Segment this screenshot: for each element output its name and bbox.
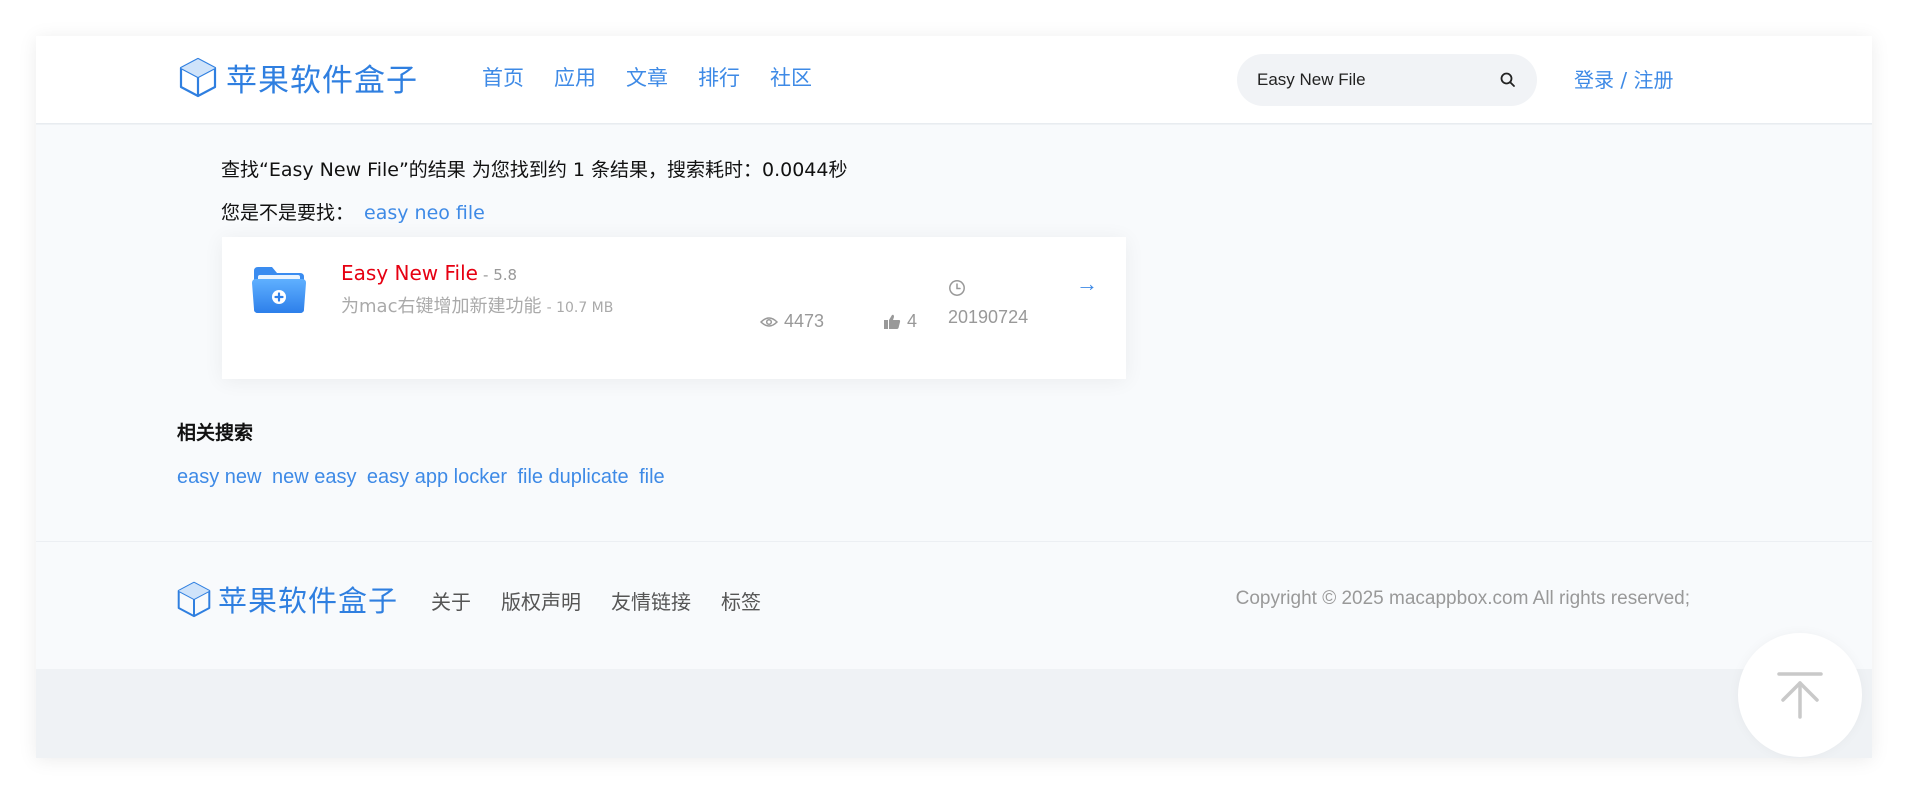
nav-item-ranking[interactable]: 排行 bbox=[698, 62, 740, 92]
release-date: 20190724 bbox=[948, 307, 1029, 327]
related-link[interactable]: easy app locker bbox=[367, 466, 507, 488]
footer-brand-name: 苹果软件盒子 bbox=[218, 584, 399, 618]
search-results: 查找“Easy New File”的结果 为您找到约 1 条结果，搜索耗时：0.… bbox=[36, 125, 1872, 577]
footer-link-tags[interactable]: 标签 bbox=[721, 586, 761, 615]
footer-links: 关于 版权声明 友情链接 标签 bbox=[431, 586, 791, 615]
footer-link-friends[interactable]: 友情链接 bbox=[611, 586, 691, 615]
nav-item-apps[interactable]: 应用 bbox=[554, 62, 596, 92]
folder-plus-icon bbox=[252, 267, 306, 313]
copyright-text: Copyright © 2025 macappbox.com All right… bbox=[1235, 588, 1690, 609]
search-input[interactable] bbox=[1257, 54, 1487, 106]
related-link[interactable]: easy new bbox=[177, 466, 262, 488]
footer: 苹果软件盒子 关于 版权声明 友情链接 标签 Copyright © 2025 … bbox=[36, 541, 1872, 669]
related-link[interactable]: new easy bbox=[272, 466, 357, 488]
app-size: - 10.7 MB bbox=[546, 300, 614, 316]
app-name[interactable]: Easy New File bbox=[341, 261, 478, 285]
result-card[interactable]: Easy New File - 5.8 为mac右键增加新建功能 - 10.7 … bbox=[222, 237, 1126, 379]
result-summary: 查找“Easy New File”的结果 为您找到约 1 条结果，搜索耗时：0.… bbox=[221, 159, 848, 181]
footer-logo[interactable]: 苹果软件盒子 bbox=[176, 578, 398, 620]
back-to-top-button[interactable] bbox=[1738, 633, 1862, 757]
cube-icon bbox=[179, 57, 217, 98]
related-search-title: 相关搜索 bbox=[177, 422, 254, 444]
likes-stat: 4 bbox=[883, 311, 917, 332]
likes-count: 4 bbox=[907, 311, 918, 331]
date-stat: 20190724 bbox=[948, 279, 1028, 328]
related-link[interactable]: file bbox=[639, 466, 665, 488]
did-you-mean: 您是不是要找： easy neo file bbox=[221, 198, 485, 225]
cube-icon bbox=[177, 581, 211, 618]
app-version: - 5.8 bbox=[483, 266, 518, 284]
related-link[interactable]: file duplicate bbox=[517, 466, 628, 488]
suggest-link[interactable]: easy neo file bbox=[364, 202, 485, 224]
thumbs-up-icon bbox=[884, 314, 901, 329]
search-icon[interactable] bbox=[1499, 71, 1517, 89]
brand-name: 苹果软件盒子 bbox=[226, 62, 418, 99]
login-register-link[interactable]: 登录 / 注册 bbox=[1574, 64, 1673, 93]
views-stat: 4473 bbox=[760, 311, 824, 332]
nav-item-community[interactable]: 社区 bbox=[770, 62, 812, 92]
app-title: Easy New File - 5.8 bbox=[341, 261, 517, 285]
footer-link-copyright[interactable]: 版权声明 bbox=[501, 586, 581, 615]
header: 苹果软件盒子 首页 应用 文章 排行 社区 登录 / 注册 bbox=[36, 36, 1872, 124]
suggest-prefix: 您是不是要找： bbox=[221, 202, 355, 224]
footer-link-about[interactable]: 关于 bbox=[431, 586, 471, 615]
search-box bbox=[1237, 54, 1537, 106]
nav-item-home[interactable]: 首页 bbox=[482, 62, 524, 92]
views-count: 4473 bbox=[784, 311, 825, 331]
main-nav: 首页 应用 文章 排行 社区 bbox=[482, 62, 842, 92]
page-frame: 苹果软件盒子 首页 应用 文章 排行 社区 登录 / 注册 查找“Easy Ne… bbox=[36, 36, 1872, 758]
arrow-up-icon bbox=[1777, 672, 1823, 719]
nav-item-articles[interactable]: 文章 bbox=[626, 62, 668, 92]
clock-icon bbox=[949, 280, 965, 296]
brand-logo[interactable]: 苹果软件盒子 bbox=[178, 54, 418, 100]
eye-icon bbox=[760, 316, 778, 327]
arrow-right-icon[interactable]: → bbox=[1076, 271, 1098, 297]
app-description-row: 为mac右键增加新建功能 - 10.7 MB bbox=[341, 292, 613, 318]
related-search-links: easy new new easy easy app locker file d… bbox=[177, 466, 671, 489]
app-description: 为mac右键增加新建功能 bbox=[341, 296, 542, 317]
